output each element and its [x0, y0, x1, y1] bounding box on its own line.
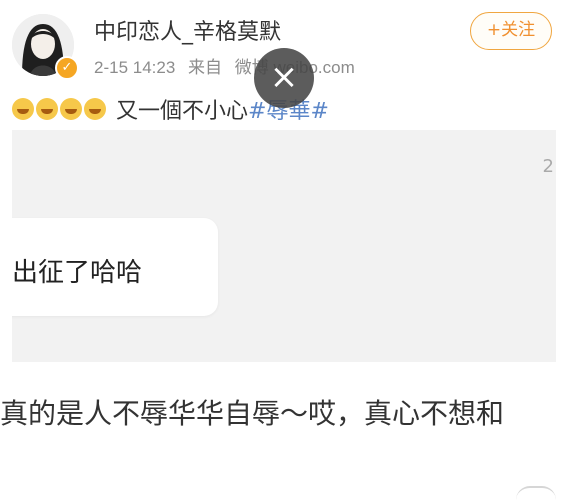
follow-button[interactable]: +关注	[470, 12, 552, 50]
laugh-cry-emoji-icon	[36, 98, 58, 120]
laugh-cry-emoji-icon	[60, 98, 82, 120]
verified-badge-icon: ✓	[55, 56, 79, 80]
post-meta: 2-15 14:23 来自 微博 weibo.com	[94, 53, 363, 78]
username[interactable]: 中印恋人_辛格莫默	[94, 14, 281, 46]
post-date: 2-15 14:23	[94, 58, 176, 77]
source-prefix: 来自	[188, 58, 223, 77]
chat-bubble: 出征了哈哈	[12, 218, 218, 316]
post-caption: 真的是人不辱华华自辱～哎，真心不想和	[0, 397, 505, 430]
laugh-cry-emoji-icon	[84, 98, 106, 120]
post-image[interactable]: 2 出征了哈哈	[12, 130, 556, 362]
chat-bubble-text: 出征了哈哈	[12, 258, 143, 288]
post-body: 又一個不小心	[116, 99, 249, 124]
image-edge-digit: 2	[542, 156, 554, 177]
close-icon[interactable]: ×	[254, 48, 314, 108]
laugh-cry-emoji-icon	[12, 98, 34, 120]
corner-decoration	[516, 486, 556, 500]
